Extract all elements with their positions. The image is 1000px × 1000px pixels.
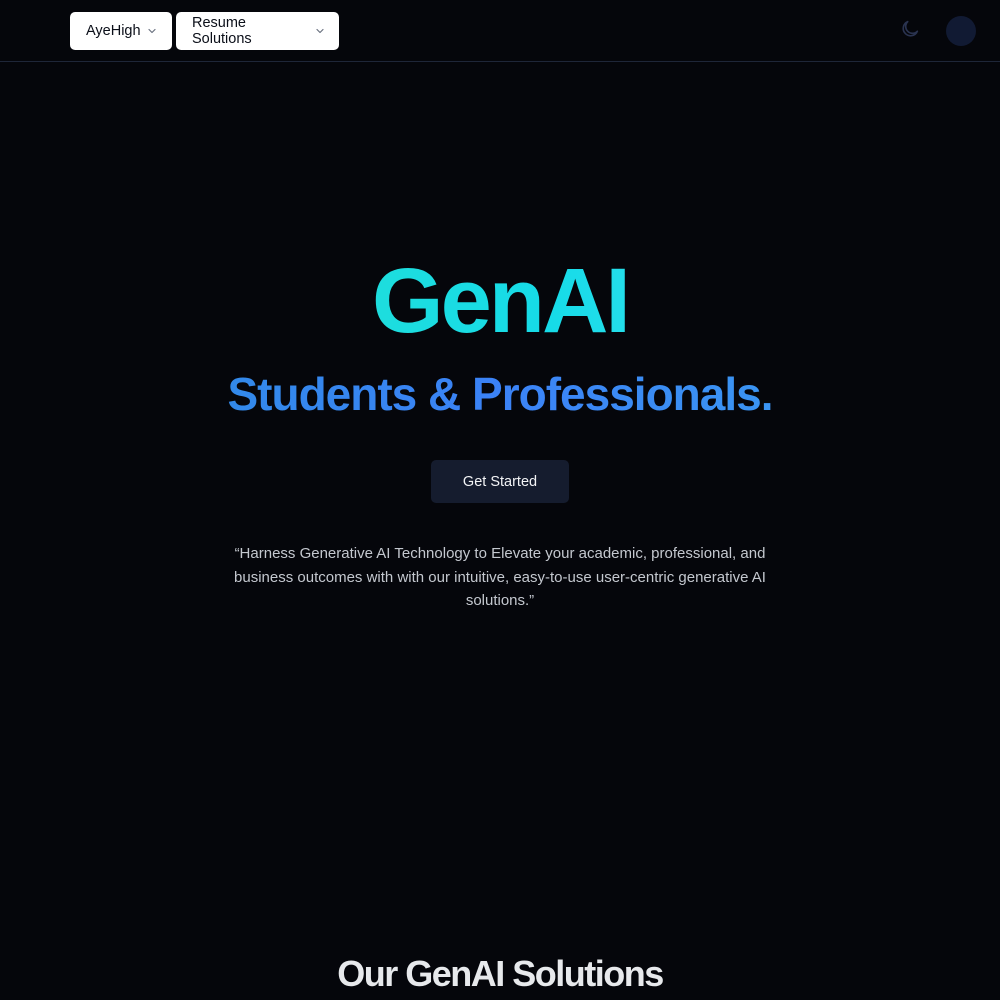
chevron-down-icon (147, 26, 157, 36)
avatar[interactable] (946, 16, 976, 46)
solutions-section-title: Our GenAI Solutions (337, 953, 664, 994)
ayehigh-menu-button[interactable]: AyeHigh (70, 12, 172, 50)
chevron-down-icon (315, 26, 325, 36)
theme-toggle-button[interactable] (896, 17, 924, 45)
ayehigh-menu-label: AyeHigh (86, 23, 141, 39)
resume-solutions-menu-label: Resume Solutions (192, 15, 252, 47)
hero-subtitle: Students & Professionals. (0, 366, 1000, 422)
hero-title: GenAI (0, 246, 1000, 356)
top-navigation-bar: AyeHigh Resume Solutions (0, 0, 1000, 62)
get-started-button[interactable]: Get Started (431, 460, 569, 503)
resume-solutions-menu-button[interactable]: Resume Solutions (176, 12, 339, 50)
moon-icon (899, 18, 921, 45)
hero-quote: “Harness Generative AI Technology to Ele… (234, 545, 766, 609)
